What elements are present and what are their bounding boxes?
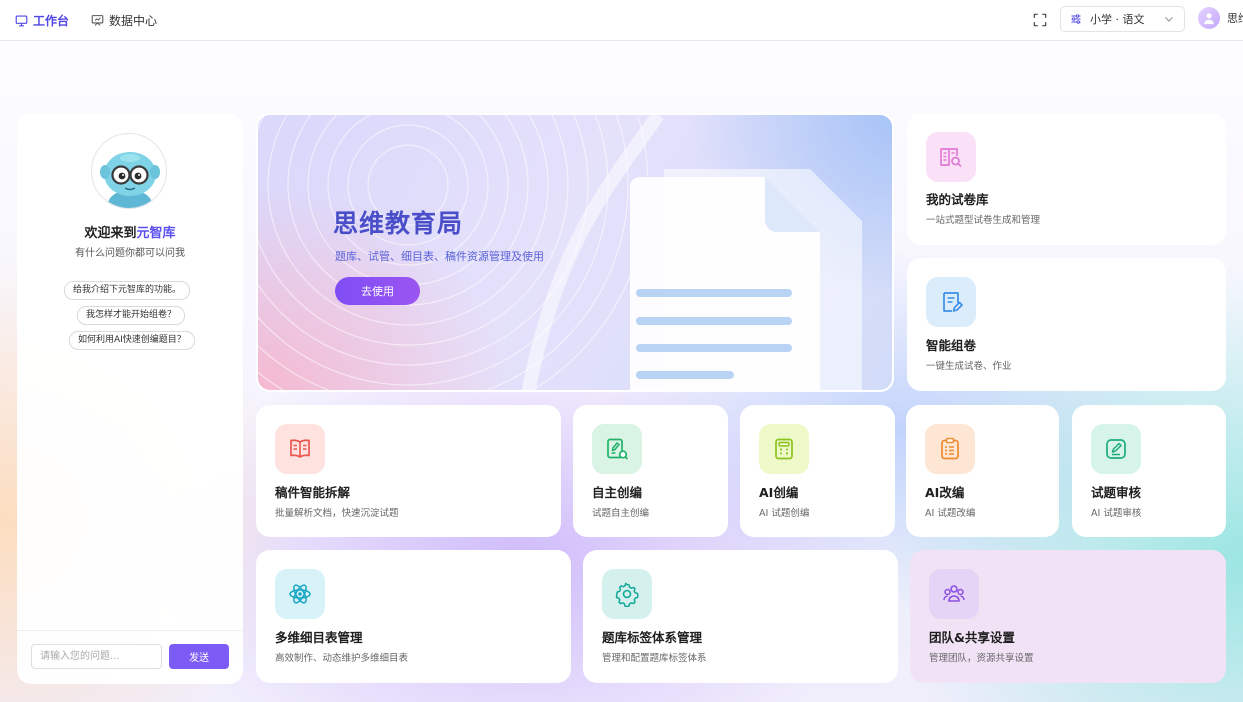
send-button[interactable]: 发送: [169, 644, 229, 669]
welcome-heading: 欢迎来到元智库: [17, 222, 243, 241]
paper-library-card[interactable]: 我的试卷库 一站式题型试卷生成和管理: [907, 113, 1226, 245]
team-icon: [943, 585, 965, 602]
tag-system-card[interactable]: 题库标签体系管理 管理和配置题库标签体系: [583, 550, 898, 683]
top-navigation-bar: 工作台 数据中心 小学 · 语文 思维: [0, 0, 1243, 41]
welcome-prefix: 欢迎来到: [84, 226, 137, 241]
tab-data-center-label: 数据中心: [109, 14, 158, 28]
question-input[interactable]: [31, 644, 162, 669]
team-share-desc: 管理团队，资源共享设置: [929, 653, 1034, 664]
monitor-icon: [15, 15, 28, 27]
smart-compose-desc: 一键生成试卷、作业: [926, 361, 1012, 372]
manuscript-split-icon-wrap: [275, 424, 325, 474]
assistant-chat-panel: 欢迎来到元智库 有什么问题你都可以问我 给我介绍下元智库的功能。 我怎样才能开始…: [17, 113, 243, 684]
chevron-down-icon: [1165, 17, 1173, 22]
welcome-brand: 元智库: [136, 226, 176, 241]
smart-compose-title: 智能组卷: [926, 338, 977, 353]
open-book-icon: [290, 439, 310, 458]
fullscreen-icon[interactable]: [1033, 13, 1047, 27]
tag-system-title: 题库标签体系管理: [602, 630, 703, 645]
welcome-subtitle: 有什么问题你都可以问我: [75, 248, 185, 259]
go-use-button[interactable]: 去使用: [335, 277, 420, 305]
chat-divider: [17, 630, 243, 631]
smart-compose-card[interactable]: 智能组卷 一键生成试卷、作业: [907, 258, 1226, 391]
user-avatar: [1198, 7, 1220, 29]
tag-system-desc: 管理和配置题库标签体系: [602, 653, 707, 664]
pen-search-icon: [607, 438, 629, 460]
self-create-desc: 试题自主创编: [592, 508, 650, 519]
review-icon-wrap: [1091, 424, 1141, 474]
blueprint-icon-wrap: [275, 569, 325, 619]
paper-library-desc: 一站式题型试卷生成和管理: [926, 215, 1041, 226]
tab-workbench[interactable]: 工作台: [15, 12, 69, 29]
calculator-icon: [775, 438, 793, 460]
tag-system-icon-wrap: [602, 569, 652, 619]
paper-library-icon-wrap: [926, 132, 976, 182]
banner-title: 思维教育局: [333, 209, 464, 238]
atom-icon: [289, 584, 311, 604]
ai-create-icon-wrap: [759, 424, 809, 474]
blueprint-title: 多维细目表管理: [275, 630, 363, 645]
tab-workbench-label: 工作台: [33, 14, 70, 28]
mascot-image: [100, 152, 160, 208]
blueprint-card[interactable]: 多维细目表管理 高效制作、动态维护多维细目表: [256, 550, 571, 683]
paper-library-title: 我的试卷库: [926, 192, 989, 207]
suggestion-chip[interactable]: 如何利用AI快速创编题目？: [69, 331, 195, 350]
ai-adapt-desc: AI 试题改编: [925, 508, 976, 519]
user-menu[interactable]: 思维: [1198, 7, 1243, 29]
self-create-icon-wrap: [592, 424, 642, 474]
chart-board-icon: [91, 15, 104, 26]
document-illustration: [630, 169, 862, 390]
tab-data-center[interactable]: 数据中心: [91, 12, 157, 29]
hero-banner: 思维教育局 题库、试管、细目表、稿件资源管理及使用 去使用: [256, 113, 894, 392]
banner-subtitle: 题库、试管、细目表、稿件资源管理及使用: [335, 250, 544, 263]
self-create-title: 自主创编: [592, 485, 643, 500]
manuscript-split-desc: 批量解析文档，快速沉淀试题: [275, 508, 399, 519]
grade-subject-value: 小学 · 语文: [1090, 13, 1145, 26]
filter-sliders-icon: [1071, 14, 1081, 24]
manuscript-split-card[interactable]: 稿件智能拆解 批量解析文档，快速沉淀试题: [256, 405, 561, 537]
review-desc: AI 试题审核: [1091, 508, 1142, 519]
manuscript-split-title: 稿件智能拆解: [275, 485, 351, 500]
ai-adapt-icon-wrap: [925, 424, 975, 474]
ai-create-card[interactable]: AI创编 AI 试题创编: [740, 405, 895, 537]
smart-compose-icon-wrap: [926, 277, 976, 327]
team-share-card[interactable]: 团队&共享设置 管理团队，资源共享设置: [910, 550, 1226, 683]
ai-adapt-title: AI改编: [925, 485, 965, 500]
review-title: 试题审核: [1091, 485, 1142, 500]
book-search-icon: [940, 148, 962, 168]
team-share-icon-wrap: [929, 569, 979, 619]
team-share-title: 团队&共享设置: [929, 630, 1015, 645]
assistant-mascot-avatar: [91, 133, 167, 209]
gear-icon: [615, 582, 639, 607]
review-card[interactable]: 试题审核 AI 试题审核: [1072, 405, 1226, 537]
suggestion-chip[interactable]: 我怎样才能开始组卷？: [77, 306, 186, 325]
user-name: 思维: [1227, 12, 1243, 25]
grade-subject-select[interactable]: 小学 · 语文: [1060, 6, 1185, 32]
document-edit-icon: [943, 292, 963, 312]
suggestion-chip[interactable]: 给我介绍下元智库的功能。: [64, 281, 191, 300]
self-create-card[interactable]: 自主创编 试题自主创编: [573, 405, 728, 537]
user-icon: [1204, 13, 1214, 25]
clipboard-list-icon: [941, 437, 959, 460]
edit-square-icon: [1106, 439, 1126, 459]
ai-adapt-card[interactable]: AI改编 AI 试题改编: [906, 405, 1059, 537]
ai-create-title: AI创编: [759, 485, 799, 500]
ai-create-desc: AI 试题创编: [759, 508, 810, 519]
blueprint-desc: 高效制作、动态维护多维细目表: [275, 653, 409, 664]
